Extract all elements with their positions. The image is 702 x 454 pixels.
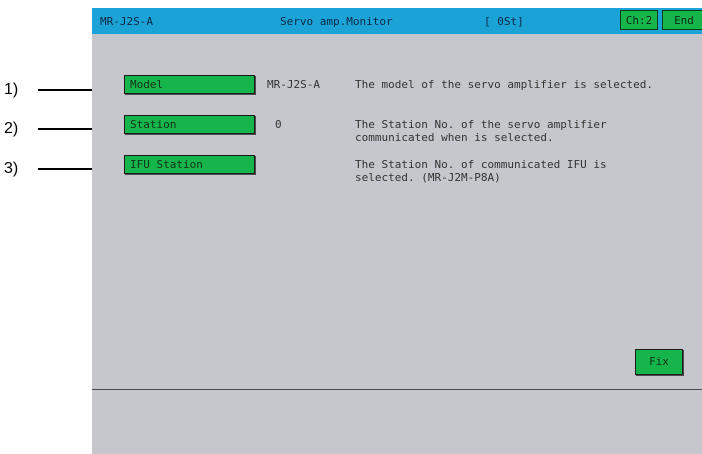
station-value: 0 [275, 118, 282, 131]
model-description: The model of the servo amplifier is sele… [355, 78, 654, 91]
station-description: The Station No. of the servo amplifier c… [355, 118, 607, 144]
model-value: MR-J2S-A [267, 78, 320, 91]
ifu-station-description: The Station No. of communicated IFU is s… [355, 158, 607, 184]
model-button[interactable]: Model [124, 75, 255, 94]
station-button[interactable]: Station [124, 115, 255, 134]
callout-1-label: 1) [4, 81, 19, 98]
monitor-panel: Model MR-J2S-A The model of the servo am… [92, 34, 702, 390]
title-model: MR-J2S-A [100, 15, 153, 28]
end-button[interactable]: End [662, 10, 702, 30]
callout-3-label: 3) [4, 160, 19, 177]
title-bar: MR-J2S-A Servo amp.Monitor [ 0St] Ch:2 E… [92, 8, 702, 34]
hmi-screen: MR-J2S-A Servo amp.Monitor [ 0St] Ch:2 E… [92, 8, 702, 454]
fix-button[interactable]: Fix [635, 349, 683, 375]
ifu-station-button[interactable]: IFU Station [124, 155, 255, 174]
station-status: [ 0St] [484, 15, 524, 28]
channel-button[interactable]: Ch:2 [620, 10, 658, 30]
screen-title: Servo amp.Monitor [280, 15, 393, 28]
callout-2-label: 2) [4, 120, 19, 137]
